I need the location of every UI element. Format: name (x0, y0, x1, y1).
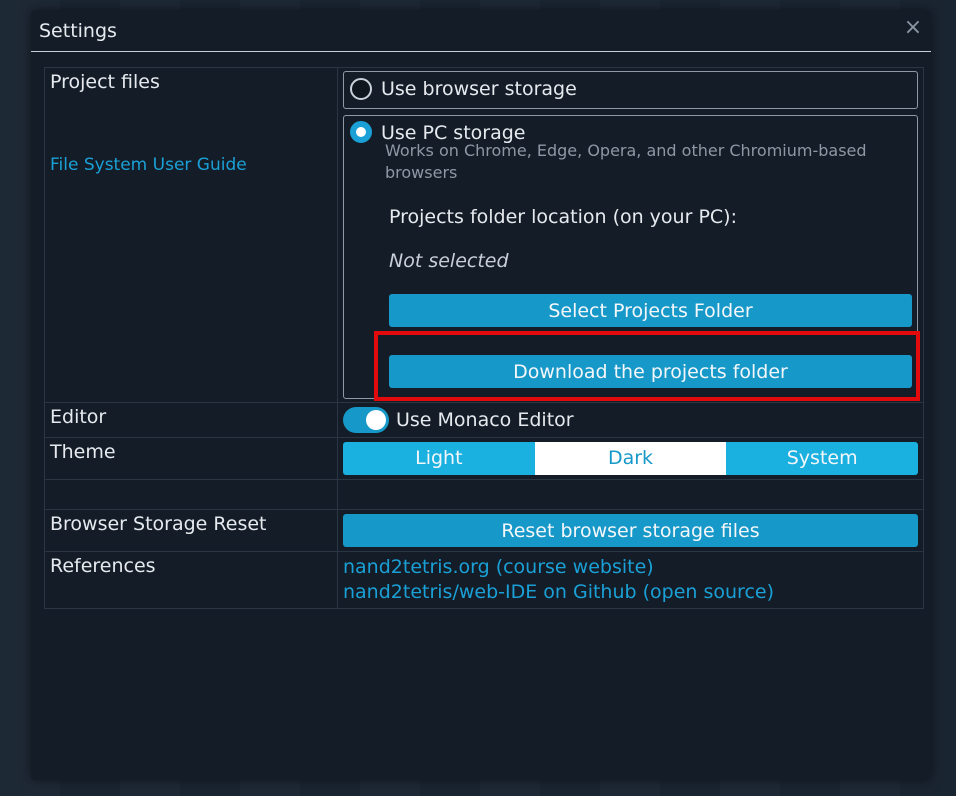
references-label: References (44, 551, 338, 609)
pc-storage-hint: Works on Chrome, Edge, Opera, and other … (385, 141, 867, 182)
browser-storage-label: Use browser storage (381, 78, 577, 100)
theme-option-dark[interactable]: Dark (534, 442, 727, 475)
editor-value-cell: Use Monaco Editor (337, 402, 924, 438)
row-editor: Editor Use Monaco Editor (44, 402, 924, 438)
project-files-value-cell: Use browser storage Use PC storage Works… (337, 67, 924, 403)
monaco-toggle-row: Use Monaco Editor (343, 406, 918, 434)
theme-selector: Light Dark System (343, 442, 918, 475)
storage-reset-label: Browser Storage Reset (44, 509, 338, 552)
pc-storage-option[interactable]: Use PC storage Works on Chrome, Edge, Op… (343, 115, 918, 399)
reset-browser-storage-button[interactable]: Reset browser storage files (343, 514, 918, 547)
pc-storage-radio[interactable] (350, 121, 372, 143)
toggle-knob (366, 410, 386, 430)
project-files-label: Project files (50, 71, 160, 93)
dialog-title: Settings (39, 20, 117, 42)
monaco-editor-toggle[interactable] (343, 407, 389, 433)
references-value-cell: nand2tetris.org (course website) nand2te… (337, 551, 924, 609)
settings-dialog: Settings × Project files File System Use… (31, 10, 931, 780)
row-references: References nand2tetris.org (course websi… (44, 551, 924, 609)
settings-table: Project files File System User Guide Use… (44, 67, 924, 609)
browser-storage-option[interactable]: Use browser storage (343, 71, 918, 109)
course-website-link[interactable]: nand2tetris.org (course website) (343, 555, 918, 580)
theme-option-system[interactable]: System (726, 442, 918, 475)
spacer-cell-left (44, 479, 338, 510)
spacer-row (44, 479, 924, 510)
editor-label: Editor (44, 402, 338, 438)
row-storage-reset: Browser Storage Reset Reset browser stor… (44, 509, 924, 552)
select-projects-folder-button[interactable]: Select Projects Folder (389, 294, 912, 327)
github-repo-link[interactable]: nand2tetris/web-IDE on Github (open sour… (343, 580, 918, 605)
storage-reset-value-cell: Reset browser storage files (337, 509, 924, 552)
row-theme: Theme Light Dark System (44, 437, 924, 480)
theme-option-light[interactable]: Light (343, 442, 535, 475)
close-icon[interactable]: × (903, 16, 923, 40)
dialog-header: Settings × (31, 10, 931, 52)
file-system-guide-link[interactable]: File System User Guide (50, 155, 332, 175)
spacer-cell-right (337, 479, 924, 510)
folder-location-label: Projects folder location (on your PC): (389, 206, 737, 228)
browser-storage-radio[interactable] (350, 78, 372, 100)
theme-value-cell: Light Dark System (337, 437, 924, 480)
download-projects-folder-button[interactable]: Download the projects folder (389, 355, 912, 388)
project-files-label-cell: Project files File System User Guide (44, 67, 338, 403)
monaco-editor-label: Use Monaco Editor (396, 409, 574, 431)
folder-location-value: Not selected (389, 250, 509, 272)
row-project-files: Project files File System User Guide Use… (44, 67, 924, 403)
theme-label: Theme (44, 437, 338, 480)
